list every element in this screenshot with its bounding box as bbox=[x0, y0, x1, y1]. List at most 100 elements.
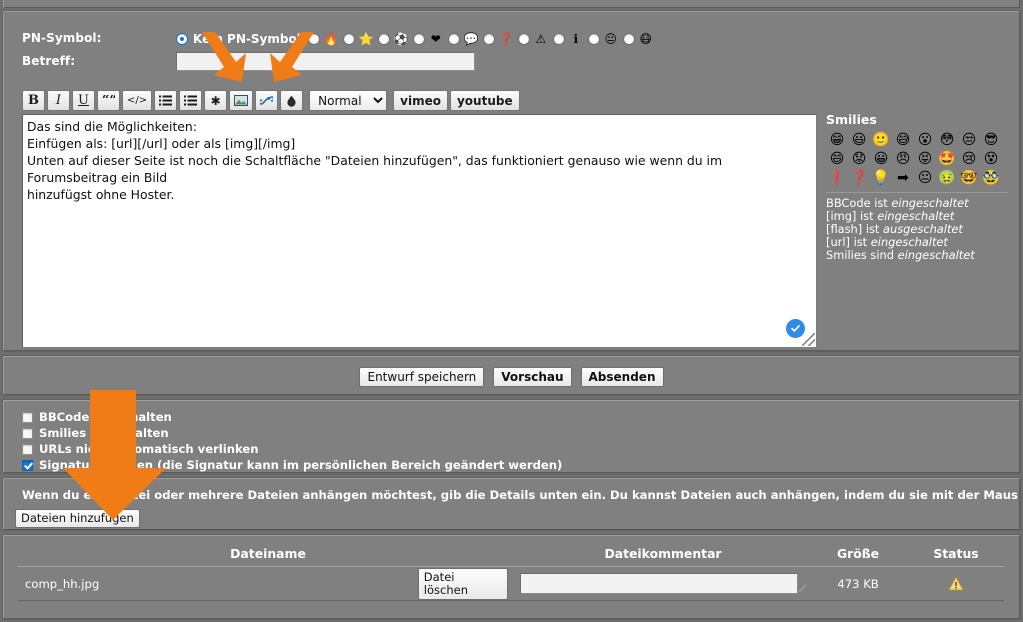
pn-symbol-options[interactable]: 🔥 ⭐ ⚽ ❤ 💬 ❓ ⚠ ℹ 😐 😷 bbox=[308, 33, 658, 45]
pn-option-2[interactable]: ⚽ bbox=[378, 33, 408, 45]
pn-option-7[interactable]: ℹ bbox=[553, 33, 583, 45]
smiley-12[interactable]: 😝 bbox=[914, 150, 936, 168]
vimeo-button[interactable]: vimeo bbox=[393, 90, 448, 111]
pn-symbol-none-radio[interactable] bbox=[176, 33, 188, 45]
smiley-16[interactable]: ❗ bbox=[826, 169, 848, 187]
smilies-grid[interactable]: 😁😃🙂😅😮😳😒😎 😄😟😀😠😝🤩😢😵 ❗❓💡➡😐🤢🤓🥸 bbox=[826, 131, 1010, 187]
smiley-1[interactable]: 😃 bbox=[848, 131, 870, 149]
option-row-disable-magic-urls[interactable]: URLs nicht automatisch verlinken bbox=[22, 442, 259, 456]
pn-option-9[interactable]: 😷 bbox=[623, 33, 653, 45]
attachment-comment-wrap bbox=[508, 573, 798, 594]
smiley-13[interactable]: 🤩 bbox=[936, 150, 958, 168]
smiley-2[interactable]: 🙂 bbox=[870, 131, 892, 149]
smiley-22[interactable]: 🤓 bbox=[958, 169, 980, 187]
add-files-button[interactable]: Dateien hinzufügen bbox=[15, 509, 140, 528]
bold-button[interactable]: B bbox=[22, 90, 45, 111]
editor-panel: PN-Symbol: Kein PN-Symbol 🔥⭐⚽❤💬❓⚠ℹ😐😷 Bet… bbox=[3, 11, 1020, 351]
bbcode-status-list: BBCode ist eingeschaltet[img] ist einges… bbox=[826, 197, 1010, 262]
message-textarea[interactable]: Das sind die Möglichkeiten: Einfügen als… bbox=[22, 114, 817, 348]
smiley-14[interactable]: 😢 bbox=[958, 150, 980, 168]
question-symbol: ❓ bbox=[499, 33, 513, 45]
smiley-15[interactable]: 😵 bbox=[980, 150, 1002, 168]
pn-option-radio-0[interactable] bbox=[308, 33, 320, 45]
smiley-5[interactable]: 😳 bbox=[936, 131, 958, 149]
pn-option-radio-7[interactable] bbox=[553, 33, 565, 45]
attachment-comment-input[interactable] bbox=[520, 573, 798, 594]
smiley-23[interactable]: 🥸 bbox=[980, 169, 1002, 187]
smiley-orange-symbol: 😐 bbox=[604, 33, 618, 45]
underline-button[interactable]: U bbox=[72, 90, 95, 111]
bbcode-status-prefix-0: BBCode ist bbox=[826, 196, 891, 210]
smiley-10[interactable]: 😀 bbox=[870, 150, 892, 168]
bbcode-status-state-3: eingeschaltet bbox=[871, 235, 948, 249]
droplet-icon[interactable] bbox=[280, 90, 303, 111]
code-button[interactable]: </> bbox=[122, 90, 152, 111]
smiley-4[interactable]: 😮 bbox=[914, 131, 936, 149]
pn-option-radio-3[interactable] bbox=[413, 33, 425, 45]
pn-option-3[interactable]: ❤ bbox=[413, 33, 443, 45]
link-glyph bbox=[260, 95, 273, 106]
smiley-3[interactable]: 😅 bbox=[892, 131, 914, 149]
smiley-9[interactable]: 😟 bbox=[848, 150, 870, 168]
option-row-attach-signature[interactable]: Signatur anfügen (die Signatur kann im p… bbox=[22, 458, 562, 472]
option-row-disable-smilies[interactable]: Smilies ausschalten bbox=[22, 426, 169, 440]
submit-button[interactable]: Absenden bbox=[581, 367, 664, 387]
ordered-list-icon[interactable] bbox=[179, 90, 202, 111]
attachment-table: Dateiname Dateikommentar Größe Status co… bbox=[18, 543, 1004, 601]
bbcode-status-prefix-4: Smilies sind bbox=[826, 248, 898, 262]
pn-option-1[interactable]: ⭐ bbox=[343, 33, 373, 45]
subject-input[interactable] bbox=[176, 52, 475, 71]
label-attach-signature: Signatur anfügen (die Signatur kann im p… bbox=[39, 458, 562, 472]
smiley-17[interactable]: ❓ bbox=[848, 169, 870, 187]
checkbox-disable-bbcode[interactable] bbox=[22, 412, 33, 423]
pn-option-5[interactable]: ❓ bbox=[483, 33, 513, 45]
smiley-0[interactable]: 😁 bbox=[826, 131, 848, 149]
preview-button[interactable]: Vorschau bbox=[493, 367, 571, 387]
delete-file-button[interactable]: Datei löschen bbox=[418, 568, 509, 600]
top-panel-edge bbox=[3, 0, 1020, 8]
smiley-11[interactable]: 😠 bbox=[892, 150, 914, 168]
pn-symbol-label: PN-Symbol: bbox=[22, 31, 102, 45]
checkbox-disable-magic-urls[interactable] bbox=[22, 444, 33, 455]
bbcode-status-state-2: ausgeschaltet bbox=[883, 222, 963, 236]
link-icon[interactable] bbox=[255, 90, 278, 111]
smiley-7[interactable]: 😎 bbox=[980, 131, 1002, 149]
smiley-18[interactable]: 💡 bbox=[870, 169, 892, 187]
smiley-6[interactable]: 😒 bbox=[958, 131, 980, 149]
pn-option-8[interactable]: 😐 bbox=[588, 33, 618, 45]
column-header-filename: Dateiname bbox=[18, 546, 518, 561]
smiley-8[interactable]: 😄 bbox=[826, 150, 848, 168]
pn-option-radio-6[interactable] bbox=[518, 33, 530, 45]
checkbox-attach-signature[interactable] bbox=[22, 460, 33, 471]
pn-option-radio-4[interactable] bbox=[448, 33, 460, 45]
checkbox-disable-smilies[interactable] bbox=[22, 428, 33, 439]
attachment-size: 473 KB bbox=[808, 577, 908, 591]
check-glyph bbox=[790, 323, 801, 334]
pn-option-4[interactable]: 💬 bbox=[448, 33, 478, 45]
pn-option-radio-1[interactable] bbox=[343, 33, 355, 45]
font-size-select[interactable]: WinzigKleinNormalGroßRiesig bbox=[309, 90, 387, 111]
column-header-size: Größe bbox=[808, 546, 908, 561]
save-draft-button[interactable]: Entwurf speichern bbox=[359, 367, 484, 387]
pn-option-6[interactable]: ⚠ bbox=[518, 33, 548, 45]
pn-symbol-radio-group[interactable]: Kein PN-Symbol 🔥⭐⚽❤💬❓⚠ℹ😐😷 bbox=[176, 30, 658, 47]
table-row: comp_hh.jpg Datei löschen 473 KB bbox=[18, 567, 1004, 601]
image-icon[interactable] bbox=[229, 90, 253, 111]
pn-option-radio-2[interactable] bbox=[378, 33, 390, 45]
flash-button[interactable]: ✱ bbox=[204, 90, 227, 111]
pn-option-radio-9[interactable] bbox=[623, 33, 635, 45]
quote-icon[interactable]: ““ bbox=[97, 90, 120, 111]
smiley-20[interactable]: 😐 bbox=[914, 169, 936, 187]
textarea-resize-handle[interactable] bbox=[802, 333, 815, 346]
youtube-button[interactable]: youtube bbox=[450, 90, 520, 111]
list-icon[interactable] bbox=[154, 90, 177, 111]
option-row-disable-bbcode[interactable]: BBCode ausschalten bbox=[22, 410, 172, 424]
submit-panel: Entwurf speichern Vorschau Absenden bbox=[3, 356, 1020, 395]
pn-option-radio-5[interactable] bbox=[483, 33, 495, 45]
pn-option-radio-8[interactable] bbox=[588, 33, 600, 45]
italic-button[interactable]: I bbox=[47, 90, 70, 111]
pn-option-0[interactable]: 🔥 bbox=[308, 33, 338, 45]
smiley-21[interactable]: 🤢 bbox=[936, 169, 958, 187]
smiley-19[interactable]: ➡ bbox=[892, 169, 914, 187]
bbcode-status-prefix-2: [flash] ist bbox=[826, 222, 883, 236]
